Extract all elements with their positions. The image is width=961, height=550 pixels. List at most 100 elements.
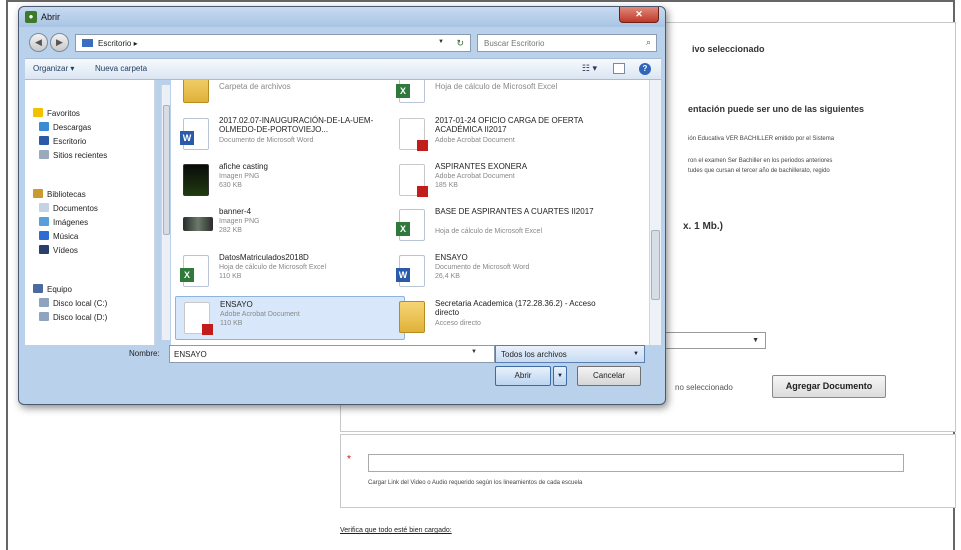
form-line: tudes que cursan el tercer año de bachil… — [688, 168, 830, 174]
search-input[interactable] — [478, 35, 628, 51]
file-item[interactable]: BASE DE ASPIRANTES A CUARTES II2017 Hoja… — [391, 204, 621, 248]
file-name: ENSAYO — [435, 253, 468, 262]
image-thumbnail-icon — [183, 164, 209, 196]
file-type: Documento de Microsoft Word — [219, 137, 314, 144]
file-item[interactable]: DatosMatriculados2018D Hoja de cálculo d… — [175, 250, 405, 294]
nav-videos[interactable]: Vídeos — [39, 245, 78, 259]
drive-icon — [39, 312, 49, 321]
video-url-input[interactable] — [368, 454, 904, 472]
file-item[interactable]: afiche casting Imagen PNG 630 KB — [175, 159, 405, 203]
refresh-icon[interactable]: ↻ — [456, 38, 464, 49]
file-item[interactable]: banner-4 Imagen PNG 282 KB — [175, 204, 405, 248]
nav-libraries[interactable]: Bibliotecas — [33, 189, 86, 203]
nav-recent-places[interactable]: Sitios recientes — [39, 150, 107, 164]
back-button[interactable]: ◀ — [29, 33, 48, 52]
chrome-app-icon: ● — [25, 11, 37, 23]
downloads-icon — [39, 122, 49, 131]
file-item[interactable]: 2017.02.07-INAUGURACIÓN-DE-LA-UEM-OLMEDO… — [175, 113, 405, 157]
excel-spreadsheet-icon — [396, 209, 425, 241]
verify-link[interactable]: Verifica que todo esté bien cargado: — [340, 527, 452, 534]
file-item[interactable]: ENSAYO Documento de Microsoft Word 26,4 … — [391, 250, 621, 294]
file-item-selected[interactable]: ENSAYO Adobe Acrobat Document 110 KB — [175, 296, 405, 340]
organize-menu[interactable]: Organizar ▾ — [33, 64, 74, 73]
file-list-scroll-thumb[interactable] — [651, 230, 660, 300]
nav-favorites[interactable]: Favoritos — [33, 108, 80, 122]
address-bar: ◀ ▶ Escritorio ▸ ▼ ↻ ⌕ — [25, 30, 661, 56]
preview-pane-icon[interactable] — [613, 63, 625, 74]
navigation-pane: Favoritos Descargas Escritorio Sitios re… — [25, 80, 155, 345]
chevron-down-icon: ▼ — [633, 351, 639, 357]
dialog-title: Abrir — [41, 12, 61, 22]
file-type: Hoja de cálculo de Microsoft Excel — [435, 228, 542, 235]
nav-scroll-thumb[interactable] — [163, 105, 170, 235]
nav-label: Sitios recientes — [53, 151, 108, 160]
forward-button[interactable]: ▶ — [50, 33, 69, 52]
nav-drive-c[interactable]: Disco local (C:) — [39, 298, 107, 312]
chevron-down-icon[interactable]: ▼ — [471, 349, 477, 355]
file-name: BASE DE ASPIRANTES A CUARTES II2017 — [435, 207, 594, 216]
view-options-icon[interactable]: ☷ ▾ — [582, 63, 597, 74]
file-item[interactable]: Hoja de cálculo de Microsoft Excel — [391, 80, 621, 110]
libraries-icon — [33, 189, 43, 198]
nav-label: Música — [53, 232, 79, 241]
cancel-button[interactable]: Cancelar — [577, 366, 641, 386]
new-folder-button[interactable]: Nueva carpeta — [95, 64, 147, 73]
drive-icon — [39, 298, 49, 307]
search-icon[interactable]: ⌕ — [646, 37, 651, 48]
nav-computer[interactable]: Equipo — [33, 284, 72, 298]
dialog-toolbar: Organizar ▾ Nueva carpeta ☷ ▾ ? — [25, 58, 661, 80]
file-list-scrollbar[interactable] — [649, 80, 661, 345]
file-type: Adobe Acrobat Document — [435, 173, 515, 180]
chevron-down-icon: ▼ — [752, 337, 759, 344]
file-type: Hoja de cálculo de Microsoft Excel — [435, 82, 558, 91]
nav-label: Escritorio — [53, 137, 87, 146]
nav-scrollbar[interactable] — [161, 85, 170, 340]
file-name: Carpeta de archivos — [219, 82, 291, 91]
nav-label: Documentos — [53, 204, 98, 213]
dialog-title-bar[interactable]: ● Abrir ✕ — [19, 7, 665, 27]
nav-label: Imágenes — [53, 218, 89, 227]
nav-downloads[interactable]: Descargas — [39, 122, 91, 136]
file-size: 110 KB — [220, 320, 243, 327]
chevron-down-icon[interactable]: ▼ — [438, 39, 444, 45]
file-list: Carpeta de archivos 2017.02.07-INAUGURAC… — [171, 80, 649, 345]
nav-documents[interactable]: Documentos — [39, 203, 98, 217]
search-box[interactable]: ⌕ — [477, 34, 657, 52]
nav-label: Bibliotecas — [47, 190, 86, 199]
path-text[interactable]: Escritorio ▸ — [98, 39, 138, 48]
required-mark: * — [347, 454, 351, 465]
file-item[interactable]: ASPIRANTES EXONERA Adobe Acrobat Documen… — [391, 159, 621, 203]
excel-spreadsheet-icon — [180, 255, 209, 287]
add-document-button[interactable]: Agregar Documento — [772, 375, 886, 398]
nav-music[interactable]: Música — [39, 231, 78, 245]
filename-input[interactable]: ENSAYO — [169, 345, 495, 363]
no-file-selected-text: no seleccionado — [675, 383, 733, 392]
file-type: Hoja de cálculo de Microsoft Excel — [219, 264, 326, 271]
document-type-select[interactable]: ▼ — [664, 332, 766, 349]
file-item[interactable]: Carpeta de archivos — [175, 80, 405, 110]
open-button[interactable]: Abrir — [495, 366, 551, 386]
file-item[interactable]: Secretaria Academica (172.28.36.2) - Acc… — [391, 296, 621, 340]
file-item[interactable]: 2017-01-24 OFICIO CARGA DE OFERTA ACADÉM… — [391, 113, 621, 157]
file-name: 2017-01-24 OFICIO CARGA DE OFERTA ACADÉM… — [435, 116, 583, 134]
file-name: DatosMatriculados2018D — [219, 253, 309, 262]
nav-desktop[interactable]: Escritorio — [39, 136, 86, 150]
file-name: 2017.02.07-INAUGURACIÓN-DE-LA-UEM-OLMEDO… — [219, 116, 374, 134]
computer-icon — [33, 284, 43, 293]
file-type-select[interactable]: Todos los archivos ▼ — [495, 345, 645, 363]
file-type: Imagen PNG — [219, 173, 260, 180]
close-button[interactable]: ✕ — [619, 7, 659, 23]
help-icon[interactable]: ? — [639, 63, 651, 75]
nav-label: Disco local (D:) — [53, 313, 108, 322]
nav-pictures[interactable]: Imágenes — [39, 217, 88, 231]
file-name: afiche casting — [219, 162, 268, 171]
file-type-value: Todos los archivos — [501, 350, 567, 359]
music-icon — [39, 231, 49, 240]
videos-icon — [39, 245, 49, 254]
filename-label: Nombre: — [129, 349, 160, 358]
file-size: 282 KB — [219, 227, 242, 234]
open-options-button[interactable]: ▼ — [553, 366, 567, 386]
file-name: ASPIRANTES EXONERA — [435, 162, 528, 171]
path-box[interactable]: Escritorio ▸ ▼ ↻ — [75, 34, 471, 52]
nav-drive-d[interactable]: Disco local (D:) — [39, 312, 107, 326]
